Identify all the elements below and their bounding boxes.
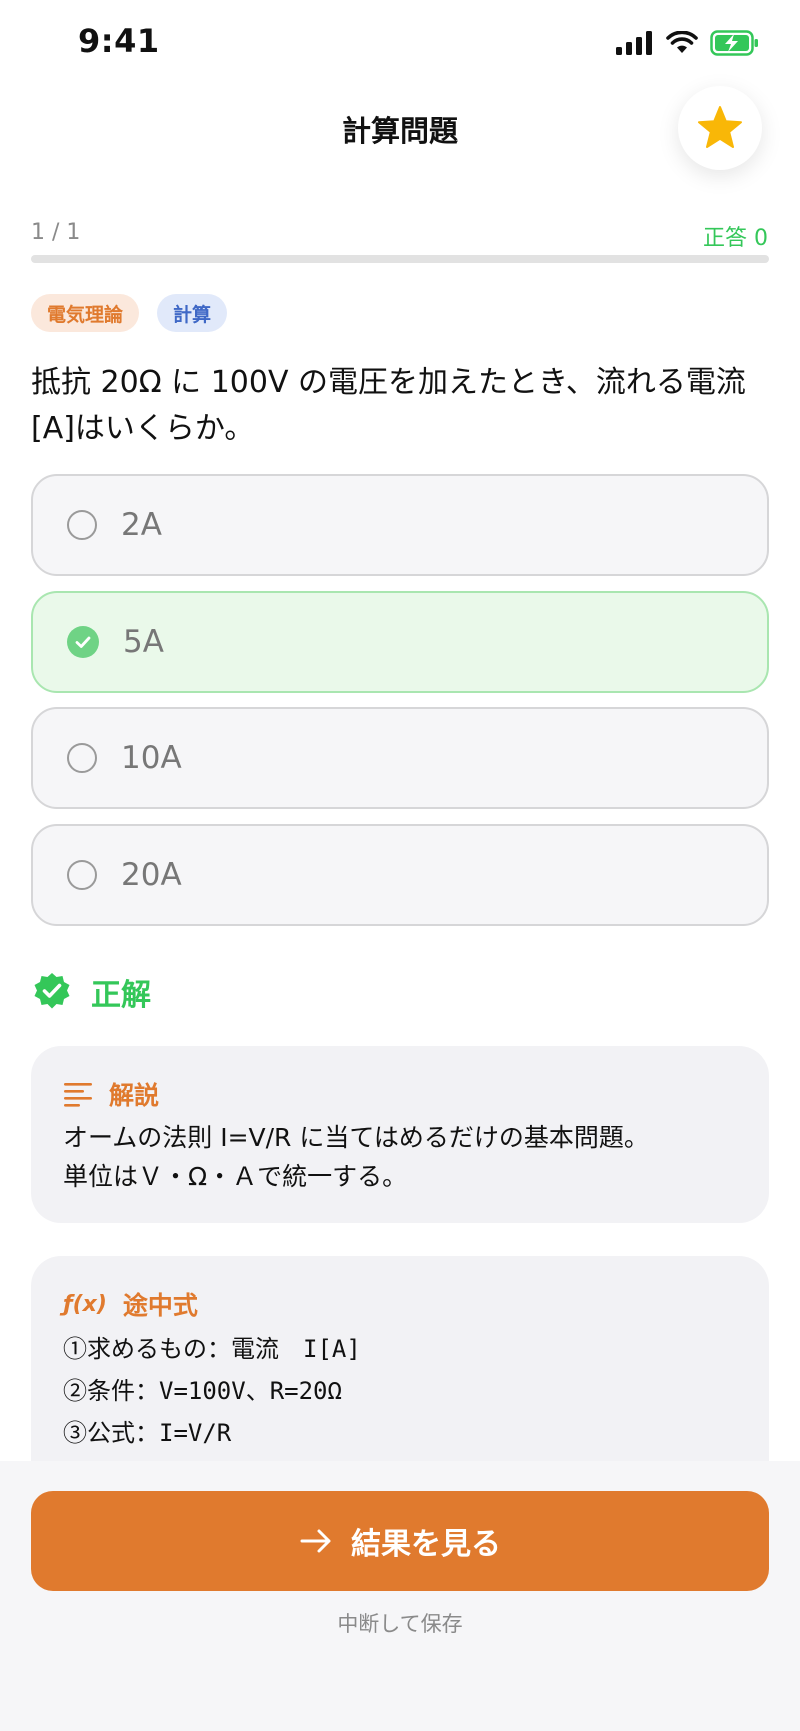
explanation-text: オームの法則 I=V/R に当てはめるだけの基本問題。 単位はＶ・Ω・Ａで統一す… [63, 1118, 737, 1196]
answer-option[interactable]: 20A [31, 824, 769, 926]
checkmark-circle-icon [67, 626, 99, 658]
formula-steps-card: ƒ(x) 途中式 ①求めるもの：電流 I[A] ②条件：V=100V、R=20Ω… [31, 1256, 769, 1496]
answer-option[interactable]: 2A [31, 474, 769, 576]
radio-empty-icon [67, 860, 97, 890]
formula-steps-title: 途中式 [122, 1291, 198, 1320]
star-icon [698, 106, 742, 148]
question-line-1: 抵抗 20Ω に 100V の電圧を加えたとき、流れる電流 [31, 365, 746, 400]
pause-and-save-link[interactable]: 中断して保存 [0, 1608, 800, 1638]
option-label: 5A [123, 624, 164, 660]
answer-option[interactable]: 10A [31, 707, 769, 809]
view-results-button[interactable]: 結果を見る [31, 1491, 769, 1591]
result-indicator: 正解 [31, 970, 151, 1014]
wifi-icon [666, 31, 698, 53]
step-line: ②条件：V=100V、R=20Ω [63, 1377, 342, 1405]
type-tag: 計算 [157, 294, 228, 332]
question-line-2: [A]はいくらか。 [31, 411, 255, 446]
option-label: 10A [121, 740, 182, 776]
question-text: 抵抗 20Ω に 100V の電圧を加えたとき、流れる電流 [A]はいくらか。 [31, 360, 771, 452]
progress-bar [31, 255, 769, 263]
answer-option-selected[interactable]: 5A [31, 591, 769, 693]
battery-charging-icon [710, 30, 758, 56]
formula-steps-header: ƒ(x) 途中式 [63, 1286, 737, 1322]
favorite-button[interactable] [678, 86, 762, 170]
arrow-right-icon [300, 1529, 331, 1553]
option-label: 2A [121, 507, 162, 543]
verified-check-icon [34, 973, 70, 1009]
status-time: 9:41 [78, 22, 160, 60]
option-label: 20A [121, 857, 182, 893]
text-lines-icon [64, 1083, 92, 1107]
explanation-header: 解説 [63, 1076, 737, 1112]
correct-count: 正答 0 [703, 226, 768, 251]
formula-steps-list: ①求めるもの：電流 I[A] ②条件：V=100V、R=20Ω ③公式：I=V/… [63, 1328, 737, 1454]
function-icon: ƒ(x) [63, 1291, 107, 1317]
category-tag: 電気理論 [31, 294, 140, 332]
explanation-card: 解説 オームの法則 I=V/R に当てはめるだけの基本問題。 単位はＶ・Ω・Ａで… [31, 1046, 769, 1223]
step-line: ③公式：I=V/R [63, 1419, 232, 1447]
step-line: ①求めるもの：電流 I[A] [63, 1335, 361, 1363]
progress-label: 1 / 1 [31, 220, 81, 245]
explanation-line-1: オームの法則 I=V/R に当てはめるだけの基本問題。 [63, 1123, 649, 1152]
cellular-signal-icon [616, 31, 652, 55]
explanation-line-2: 単位はＶ・Ω・Ａで統一する。 [63, 1162, 408, 1191]
result-label: 正解 [91, 978, 151, 1013]
radio-empty-icon [67, 743, 97, 773]
explanation-title: 解説 [109, 1081, 160, 1110]
view-results-label: 結果を見る [351, 1527, 501, 1562]
radio-empty-icon [67, 510, 97, 540]
status-icons [616, 28, 760, 58]
